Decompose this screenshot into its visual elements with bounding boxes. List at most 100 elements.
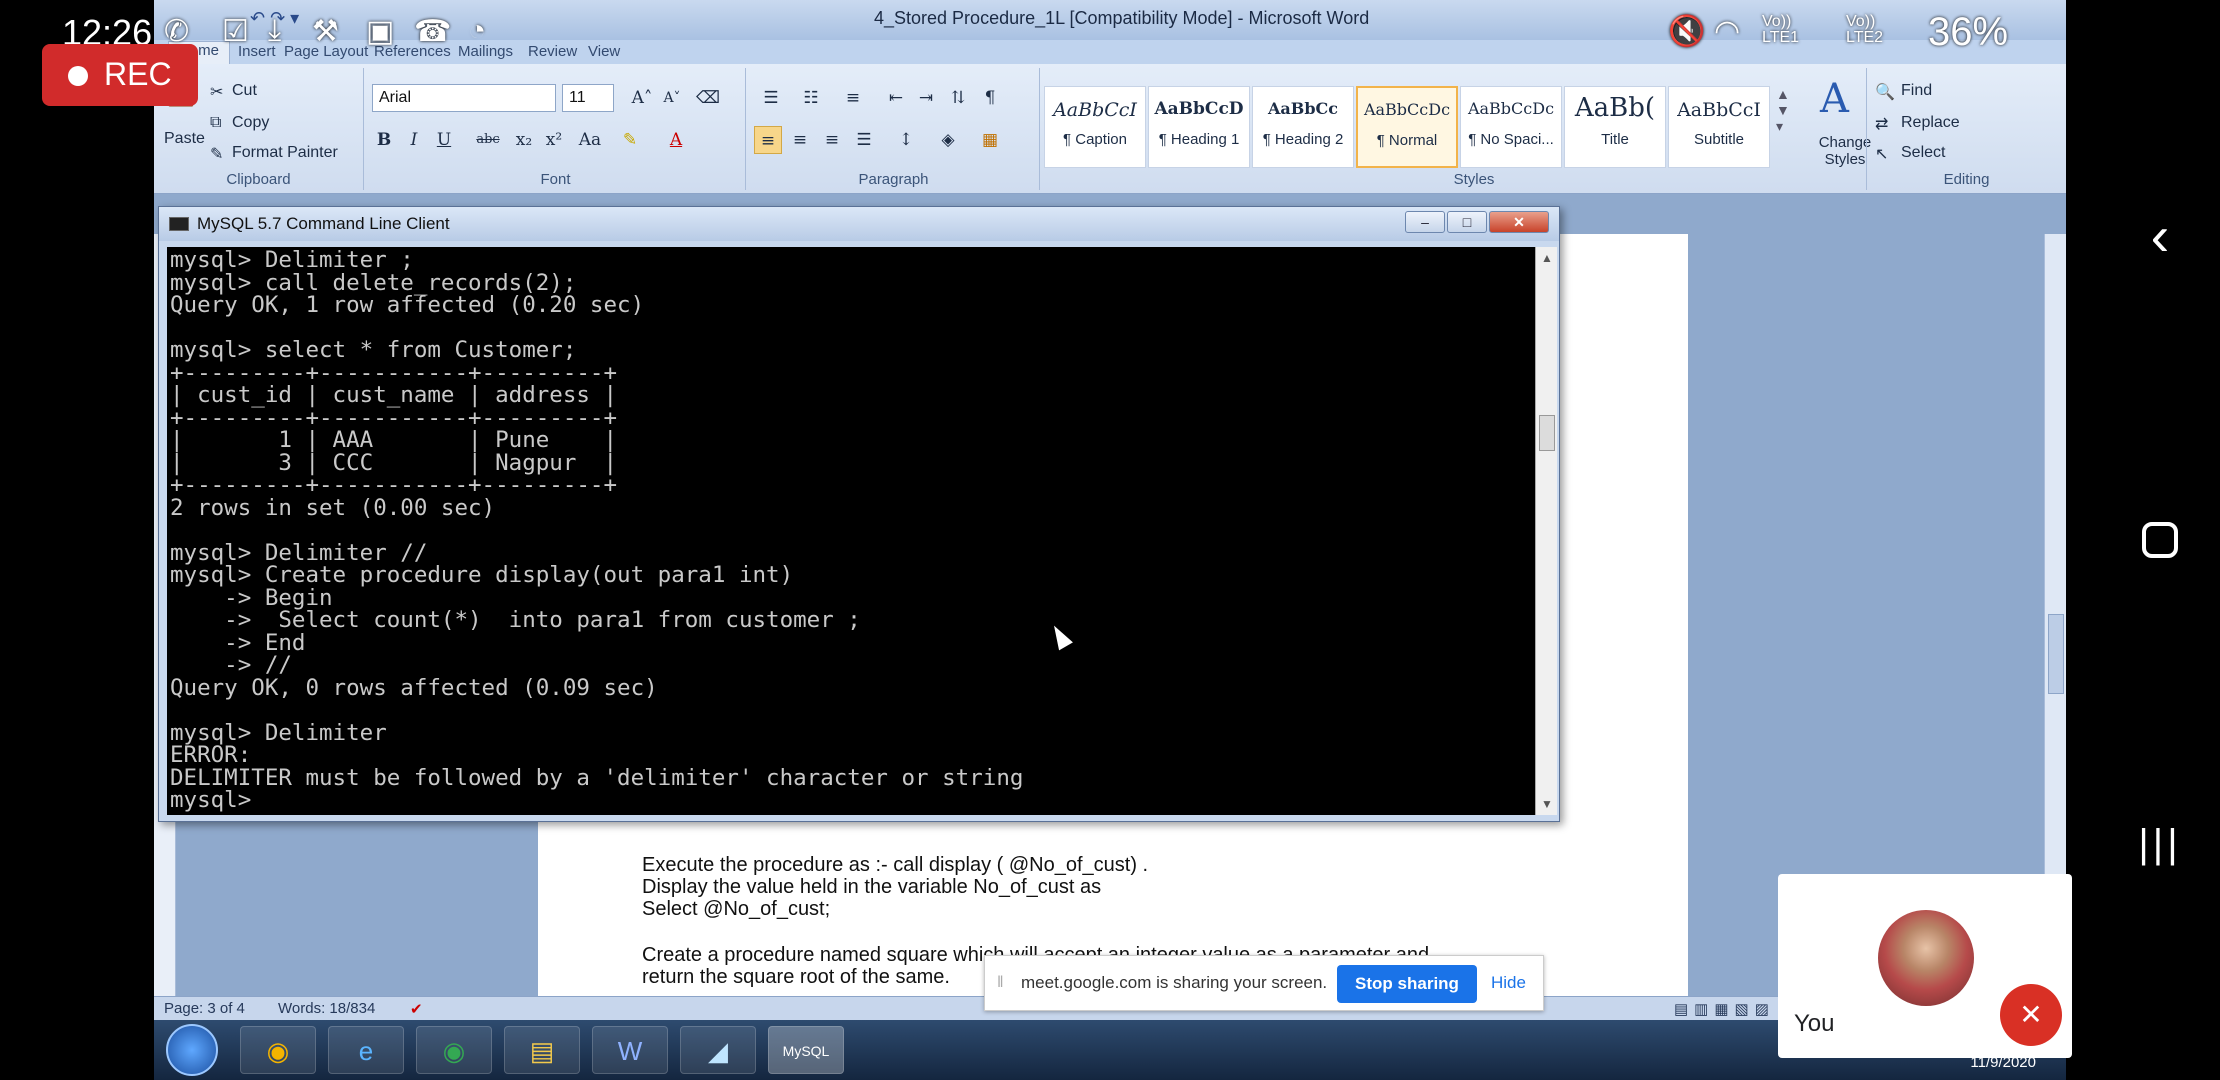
chrome-2-taskbar-icon[interactable]: ◉ — [416, 1026, 492, 1074]
mysql-console-window[interactable]: MySQL 5.7 Command Line Client – □ ✕ mysq… — [158, 206, 1560, 822]
style-name: Title — [1601, 131, 1629, 148]
decrease-indent-icon[interactable]: ⇤ — [882, 84, 910, 112]
strikethrough-button[interactable]: abc — [470, 126, 506, 154]
minimize-button[interactable]: – — [1405, 211, 1445, 233]
screen-share-bar: ‖ meet.google.com is sharing your screen… — [984, 955, 1544, 1011]
bold-button[interactable]: B — [370, 126, 398, 154]
replace-button[interactable]: Replace — [1901, 114, 1960, 132]
grow-font-icon[interactable]: A˄ — [628, 84, 656, 112]
style-subtitle[interactable]: AaBbCcI Subtitle — [1668, 86, 1770, 168]
recent-apps-icon[interactable]: ||| — [2132, 816, 2188, 872]
word-count[interactable]: Words: 18/834 — [278, 1000, 375, 1017]
self-avatar — [1878, 910, 1974, 1006]
doc-line: Execute the procedure as :- call display… — [642, 854, 1149, 876]
styles-scroll-icon[interactable]: ▲ ▼ ▾ — [1776, 86, 1790, 135]
phone-screen: ↶ ↷ ▾ 4_Stored Procedure_1L [Compatibili… — [0, 0, 2220, 1080]
underline-button[interactable]: U — [430, 126, 458, 154]
style-no-spacing[interactable]: AaBbCcDс ¶ No Spaci... — [1460, 86, 1562, 168]
wifi-icon: ◠ — [1714, 15, 1741, 48]
increase-indent-icon[interactable]: ⇥ — [912, 84, 940, 112]
mysql-title-bar[interactable]: MySQL 5.7 Command Line Client – □ ✕ — [159, 207, 1559, 241]
sort-icon[interactable]: ⇅ — [944, 84, 972, 112]
shrink-font-icon[interactable]: A˅ — [658, 84, 686, 112]
battery-level: 36% — [1928, 10, 2009, 54]
recording-indicator[interactable]: REC — [42, 44, 198, 106]
multilevel-list-icon[interactable]: ≡ — [836, 84, 870, 112]
format-painter-button[interactable]: Format Painter — [232, 144, 338, 162]
shading-icon[interactable]: ◈ — [934, 126, 962, 154]
style-heading-1[interactable]: AaBbCcD ¶ Heading 1 — [1148, 86, 1250, 168]
font-color-icon[interactable]: A — [662, 126, 690, 154]
proofing-icon[interactable]: ✔ — [410, 1000, 423, 1018]
style-caption[interactable]: AaBbCcI ¶ Caption — [1044, 86, 1146, 168]
bullets-icon[interactable]: ☰ — [754, 84, 788, 112]
console-scrollbar[interactable]: ▲ ▼ — [1535, 247, 1557, 815]
scroll-down-icon[interactable]: ▼ — [1536, 797, 1558, 811]
highlight-icon[interactable]: ✎ — [616, 126, 644, 154]
select-button[interactable]: Select — [1901, 144, 1945, 162]
paragraph-group: ☰ ☷ ≡ ⇤ ⇥ ⇅ ¶ ≡ ≡ ≡ ☰ ↕ ◈ ▦ Paragraph — [748, 68, 1040, 190]
style-heading-2[interactable]: AaBbCс ¶ Heading 2 — [1252, 86, 1354, 168]
view-buttons-icon[interactable]: ▤▥▦▧▨ — [1674, 1000, 1775, 1018]
justify-icon[interactable]: ☰ — [850, 126, 878, 154]
style-name: ¶ Caption — [1063, 131, 1127, 148]
align-right-icon[interactable]: ≡ — [818, 126, 846, 154]
doc-line: return the square root of the same. — [642, 966, 950, 988]
style-name: Subtitle — [1693, 131, 1745, 148]
borders-icon[interactable]: ▦ — [976, 126, 1004, 154]
line-spacing-icon[interactable]: ↕ — [888, 126, 924, 154]
subscript-button[interactable]: x₂ — [510, 126, 538, 154]
style-title[interactable]: AaBb( Title — [1564, 86, 1666, 168]
record-dot-icon — [68, 66, 88, 86]
style-sample: AaBbCcD — [1154, 99, 1244, 119]
style-name: ¶ Normal — [1376, 132, 1438, 149]
mic-off-icon[interactable]: ✕ — [2000, 984, 2062, 1046]
show-formatting-icon[interactable]: ¶ — [976, 84, 1004, 112]
copy-button[interactable]: Copy — [232, 114, 269, 132]
cut-button[interactable]: Cut — [232, 82, 257, 100]
console-scroll-thumb[interactable] — [1539, 415, 1555, 451]
console-output[interactable]: mysql> Delimiter ; mysql> call delete_re… — [167, 247, 1535, 815]
font-family-select[interactable]: Arial — [372, 84, 556, 112]
folder-taskbar-icon[interactable]: ▤ — [504, 1026, 580, 1074]
chrome-taskbar-icon[interactable]: ◉ — [240, 1026, 316, 1074]
clear-formatting-icon[interactable]: ⌫ — [694, 84, 722, 112]
cut-icon: ✂ — [210, 84, 224, 101]
change-styles-icon[interactable]: A — [1820, 76, 1849, 122]
find-button[interactable]: Find — [1901, 82, 1932, 100]
change-case-button[interactable]: Aa — [572, 126, 608, 154]
scroll-thumb[interactable] — [2048, 614, 2064, 694]
mute-icon: 🔇 — [1668, 15, 1706, 48]
back-chevron-icon[interactable]: ‹ — [2132, 208, 2188, 264]
hide-button[interactable]: Hide — [1491, 973, 1526, 993]
start-button[interactable] — [166, 1024, 218, 1076]
style-sample: AaBbCcI — [1053, 99, 1137, 121]
home-button[interactable] — [2132, 512, 2188, 568]
stop-sharing-button[interactable]: Stop sharing — [1337, 965, 1477, 1003]
align-center-icon[interactable]: ≡ — [786, 126, 814, 154]
page-count[interactable]: Page: 3 of 4 — [164, 1000, 245, 1017]
paste-button[interactable]: Paste — [164, 130, 205, 148]
app-taskbar-icon[interactable]: ◢ — [680, 1026, 756, 1074]
styles-group: AaBbCcI ¶ Caption AaBbCcD ¶ Heading 1 Aa… — [1044, 68, 2004, 190]
maximize-button[interactable]: □ — [1447, 211, 1487, 233]
italic-button[interactable]: I — [400, 126, 428, 154]
meet-self-tile[interactable]: You ✕ — [1778, 874, 2072, 1058]
superscript-button[interactable]: x² — [540, 126, 568, 154]
drag-handle-icon[interactable]: ‖ — [997, 974, 1004, 992]
align-left-icon[interactable]: ≡ — [754, 126, 782, 154]
home-square-icon — [2142, 522, 2178, 558]
style-name: ¶ Heading 1 — [1158, 131, 1240, 148]
style-normal[interactable]: AaBbCcDс ¶ Normal — [1356, 86, 1458, 168]
scroll-up-icon[interactable]: ▲ — [1536, 251, 1558, 265]
style-name: ¶ No Spaci... — [1468, 131, 1554, 148]
mysql-taskbar-icon[interactable]: MySQL — [768, 1026, 844, 1074]
numbering-icon[interactable]: ☷ — [794, 84, 828, 112]
close-button[interactable]: ✕ — [1489, 211, 1549, 233]
share-message: meet.google.com is sharing your screen. — [1021, 973, 1328, 992]
ie-taskbar-icon[interactable]: e — [328, 1026, 404, 1074]
font-size-select[interactable]: 11 — [562, 84, 614, 112]
android-status-bar: 12:26 ✆ ☑ ⤓ ⚒ ▣ ☎ ◔ 🔇 ◠ Vo)) LTE1 Vo)) L… — [0, 0, 2220, 66]
word-taskbar-icon[interactable]: W — [592, 1026, 668, 1074]
download-icon: ⤓ — [268, 14, 282, 47]
